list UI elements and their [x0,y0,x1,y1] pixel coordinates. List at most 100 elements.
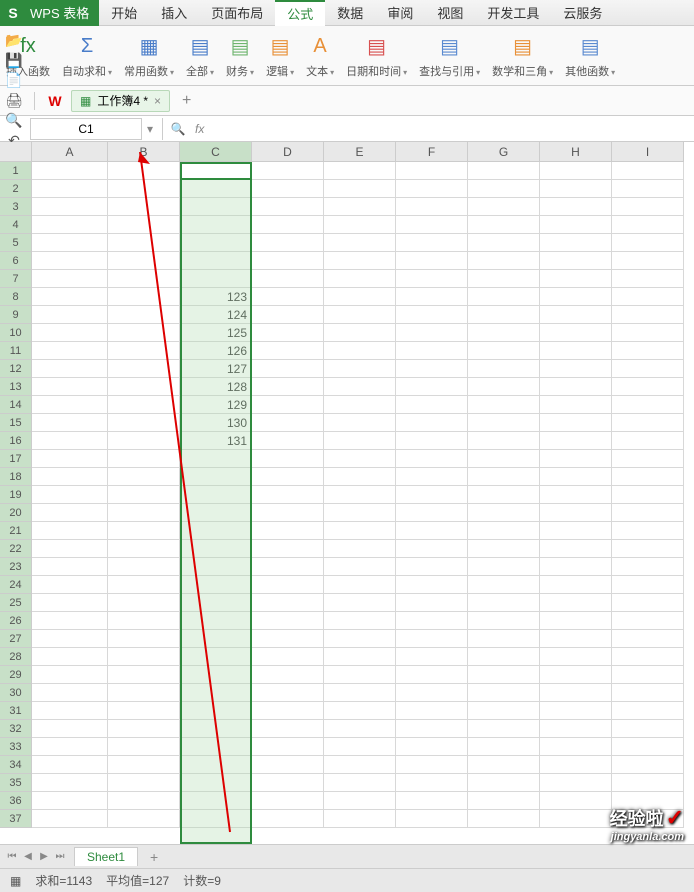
cell-H5[interactable] [540,234,612,252]
cell-E19[interactable] [324,486,396,504]
cell-G30[interactable] [468,684,540,702]
row-header-11[interactable]: 11 [0,342,32,360]
cell-G3[interactable] [468,198,540,216]
cell-H20[interactable] [540,504,612,522]
col-header-F[interactable]: F [396,142,468,162]
cell-H7[interactable] [540,270,612,288]
cell-A5[interactable] [32,234,108,252]
cell-C19[interactable] [180,486,252,504]
cell-H24[interactable] [540,576,612,594]
col-header-C[interactable]: C [180,142,252,162]
cell-A19[interactable] [32,486,108,504]
cell-G9[interactable] [468,306,540,324]
cell-H10[interactable] [540,324,612,342]
cell-D13[interactable] [252,378,324,396]
cell-F30[interactable] [396,684,468,702]
cell-I27[interactable] [612,630,684,648]
nav-prev[interactable]: ◀ [20,851,36,862]
cell-B6[interactable] [108,252,180,270]
cell-G31[interactable] [468,702,540,720]
cell-G20[interactable] [468,504,540,522]
cell-G36[interactable] [468,792,540,810]
cell-D11[interactable] [252,342,324,360]
cell-A16[interactable] [32,432,108,450]
cell-F32[interactable] [396,720,468,738]
cell-B14[interactable] [108,396,180,414]
cell-C16[interactable]: 131 [180,432,252,450]
cell-E1[interactable] [324,162,396,180]
cell-F37[interactable] [396,810,468,828]
cell-C2[interactable] [180,180,252,198]
cell-A22[interactable] [32,540,108,558]
cell-G26[interactable] [468,612,540,630]
cell-B35[interactable] [108,774,180,792]
cell-E16[interactable] [324,432,396,450]
cell-A7[interactable] [32,270,108,288]
cell-D30[interactable] [252,684,324,702]
cell-A15[interactable] [32,414,108,432]
toolbar-button[interactable]: 🔍 [4,111,24,131]
toolbar-button[interactable]: 💾 [4,51,24,71]
cell-F28[interactable] [396,648,468,666]
cell-F13[interactable] [396,378,468,396]
cell-D10[interactable] [252,324,324,342]
row-header-29[interactable]: 29 [0,666,32,684]
cell-E36[interactable] [324,792,396,810]
cell-E30[interactable] [324,684,396,702]
cell-A3[interactable] [32,198,108,216]
cell-E8[interactable] [324,288,396,306]
cell-C35[interactable] [180,774,252,792]
cell-B32[interactable] [108,720,180,738]
cell-B9[interactable] [108,306,180,324]
cell-G24[interactable] [468,576,540,594]
cell-D28[interactable] [252,648,324,666]
cell-E13[interactable] [324,378,396,396]
cell-A30[interactable] [32,684,108,702]
row-header-2[interactable]: 2 [0,180,32,198]
cell-G17[interactable] [468,450,540,468]
col-header-D[interactable]: D [252,142,324,162]
cell-H11[interactable] [540,342,612,360]
cell-C33[interactable] [180,738,252,756]
cell-C21[interactable] [180,522,252,540]
cell-C18[interactable] [180,468,252,486]
cell-E21[interactable] [324,522,396,540]
cell-H33[interactable] [540,738,612,756]
cell-B34[interactable] [108,756,180,774]
cell-B13[interactable] [108,378,180,396]
cell-A28[interactable] [32,648,108,666]
cell-A9[interactable] [32,306,108,324]
col-header-I[interactable]: I [612,142,684,162]
cell-I18[interactable] [612,468,684,486]
cell-C13[interactable]: 128 [180,378,252,396]
cell-B25[interactable] [108,594,180,612]
cell-D26[interactable] [252,612,324,630]
cell-D6[interactable] [252,252,324,270]
cell-H29[interactable] [540,666,612,684]
cell-D20[interactable] [252,504,324,522]
cell-C7[interactable] [180,270,252,288]
cell-H4[interactable] [540,216,612,234]
cell-H12[interactable] [540,360,612,378]
cell-grid[interactable]: 123124125126127128129130131 [32,162,684,828]
cell-G14[interactable] [468,396,540,414]
cell-I23[interactable] [612,558,684,576]
name-box-dropdown[interactable]: ▾ [142,122,158,136]
cell-B31[interactable] [108,702,180,720]
cell-C6[interactable] [180,252,252,270]
cell-H21[interactable] [540,522,612,540]
cell-A24[interactable] [32,576,108,594]
cell-H37[interactable] [540,810,612,828]
cell-B11[interactable] [108,342,180,360]
row-header-8[interactable]: 8 [0,288,32,306]
cell-H19[interactable] [540,486,612,504]
cell-D7[interactable] [252,270,324,288]
cell-F21[interactable] [396,522,468,540]
ribbon-逻辑[interactable]: ▤逻辑 [260,28,300,83]
cell-C34[interactable] [180,756,252,774]
cell-I30[interactable] [612,684,684,702]
cell-D1[interactable] [252,162,324,180]
cell-E2[interactable] [324,180,396,198]
row-header-19[interactable]: 19 [0,486,32,504]
cell-B8[interactable] [108,288,180,306]
